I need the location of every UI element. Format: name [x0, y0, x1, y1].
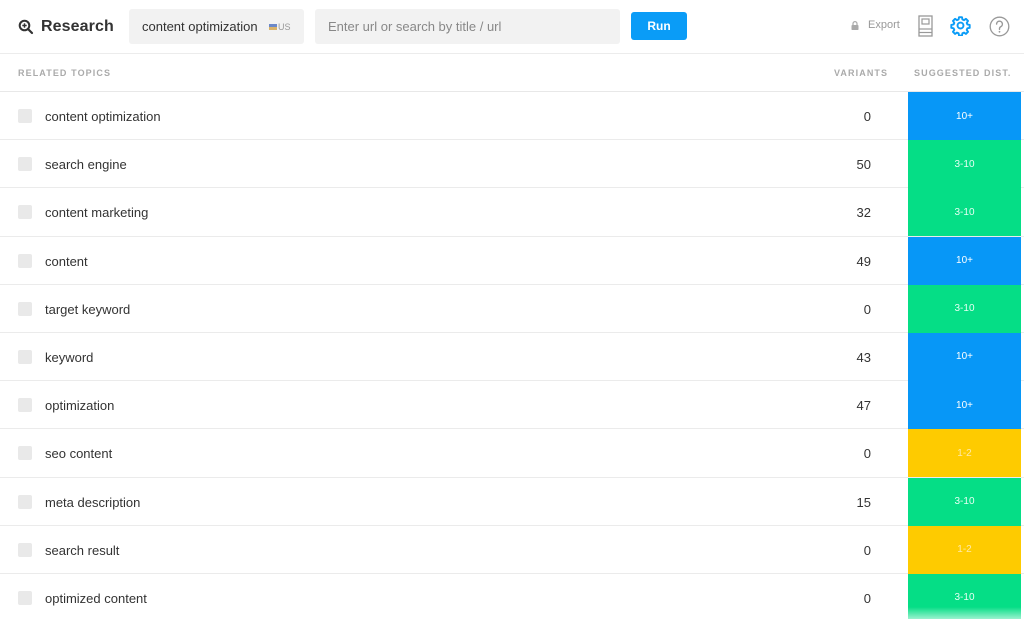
topic-label: content optimization — [45, 109, 161, 124]
suggested-dist-badge: 3-10 — [908, 188, 1021, 237]
gear-icon[interactable] — [950, 15, 971, 36]
topic-label: target keyword — [45, 301, 131, 317]
table-row[interactable]: search engine 50 3-10 — [0, 140, 1024, 189]
column-header-related-topics[interactable]: RELATED TOPICS — [18, 68, 111, 78]
topics-table-body: content optimization 0 10+ search engine 50 3… — [0, 92, 1024, 619]
suggested-dist-badge: 10+ — [908, 332, 1021, 381]
table-row[interactable]: target keyword 0 3-10 — [0, 284, 1024, 333]
row-checkbox[interactable] — [18, 205, 32, 220]
suggested-dist-badge: 10+ — [908, 381, 1021, 430]
keyword-input[interactable]: content optimization US — [129, 9, 304, 44]
topic-label: seo content — [45, 446, 113, 462]
lock-icon — [851, 20, 859, 30]
table-row[interactable]: content marketing 32 3-10 — [0, 188, 1024, 237]
table-row[interactable]: optimization 47 10+ — [0, 381, 1024, 430]
suggested-dist-badge: 3-10 — [908, 573, 1021, 619]
variants-count: 43 — [856, 349, 871, 365]
topic-label: content marketing — [45, 205, 149, 221]
row-checkbox[interactable] — [18, 494, 32, 509]
topic-label: search engine — [45, 157, 127, 173]
row-checkbox[interactable] — [18, 542, 32, 557]
suggested-dist-badge: 10+ — [908, 236, 1021, 285]
url-search-input[interactable] — [315, 9, 620, 44]
variants-count: 0 — [863, 446, 871, 462]
row-checkbox[interactable] — [18, 253, 32, 268]
variants-count: 49 — [856, 253, 871, 269]
export-label: Export — [868, 19, 900, 31]
row-checkbox[interactable] — [18, 109, 32, 123]
table-header: RELATED TOPICS VARIANTS SUGGESTED DIST. — [0, 55, 1024, 92]
top-bar: Research content optimization US Run Exp… — [0, 0, 1024, 54]
table-row[interactable]: content optimization 0 10+ — [0, 92, 1024, 141]
suggested-dist-badge: 1-2 — [908, 525, 1021, 574]
column-header-variants[interactable]: VARIANTS — [834, 68, 888, 78]
table-row[interactable]: keyword 43 10+ — [0, 332, 1024, 382]
suggested-dist-badge: 3-10 — [908, 140, 1021, 189]
help-icon[interactable] — [989, 16, 1010, 37]
row-checkbox[interactable] — [18, 301, 32, 316]
row-checkbox[interactable] — [18, 157, 32, 172]
variants-count: 50 — [856, 157, 871, 173]
magnifier-plus-icon — [18, 19, 34, 35]
table-row[interactable]: search result 0 1-2 — [0, 525, 1024, 574]
row-checkbox[interactable] — [18, 446, 32, 461]
table-row[interactable]: optimized content 0 3-10 — [0, 573, 1024, 619]
keyword-value[interactable]: content optimization — [142, 19, 259, 34]
suggested-dist-badge: 3-10 — [908, 284, 1021, 333]
topic-label: optimized content — [45, 590, 147, 606]
row-checkbox[interactable] — [18, 398, 32, 413]
suggested-dist-badge: 3-10 — [908, 477, 1021, 526]
topic-label: meta description — [45, 494, 141, 510]
topic-label: optimization — [45, 398, 115, 414]
table-row[interactable]: seo content 0 1-2 — [0, 429, 1024, 478]
us-flag-icon — [269, 23, 277, 30]
variants-count: 47 — [856, 398, 871, 414]
suggested-dist-badge: 1-2 — [908, 429, 1021, 478]
document-icon[interactable] — [918, 15, 933, 37]
table-row[interactable]: meta description 15 3-10 — [0, 477, 1024, 526]
variants-count: 0 — [863, 542, 871, 558]
row-checkbox[interactable] — [18, 349, 32, 364]
variants-count: 32 — [856, 205, 871, 221]
topic-label: content — [45, 253, 88, 269]
run-button[interactable]: Run — [631, 12, 687, 40]
topic-label: keyword — [45, 349, 94, 365]
topic-label: search result — [45, 542, 120, 558]
export-button[interactable]: Export — [851, 19, 900, 31]
variants-count: 15 — [856, 494, 871, 510]
variants-count: 0 — [863, 590, 871, 606]
app-title: Research — [41, 18, 114, 35]
table-row[interactable]: content 49 10+ — [0, 236, 1024, 285]
column-header-suggested-dist[interactable]: SUGGESTED DIST. — [914, 68, 1012, 78]
brand: Research — [18, 16, 114, 38]
row-checkbox[interactable] — [18, 590, 32, 605]
country-code[interactable]: US — [278, 22, 291, 32]
variants-count: 0 — [863, 109, 871, 124]
variants-count: 0 — [863, 301, 871, 317]
suggested-dist-badge: 10+ — [908, 92, 1021, 140]
